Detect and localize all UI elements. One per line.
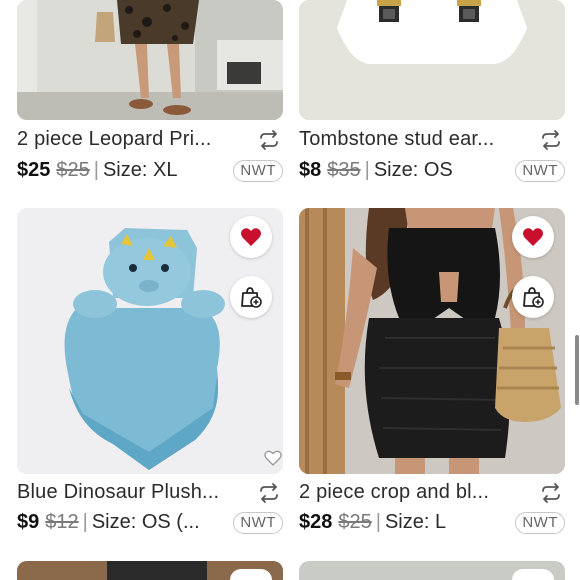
size-label: Size: OS (... bbox=[91, 511, 200, 533]
like-button[interactable] bbox=[230, 569, 272, 580]
original-price: $25 bbox=[56, 159, 90, 181]
original-price: $35 bbox=[327, 159, 361, 181]
size-label: Size: OS bbox=[373, 159, 453, 181]
listing-title[interactable]: 2 piece Leopard Pri... bbox=[17, 128, 243, 151]
price-row: $8 $35 | Size: OS NWT bbox=[299, 159, 565, 185]
like-button[interactable] bbox=[512, 216, 554, 258]
bag-plus-icon bbox=[241, 287, 262, 308]
title-row: 2 piece crop and bl... bbox=[299, 481, 565, 507]
size-label: Size: L bbox=[384, 511, 447, 533]
condition-badge: NWT bbox=[515, 160, 565, 182]
size-label: Size: XL bbox=[102, 159, 178, 181]
separator: | bbox=[93, 159, 99, 181]
share-icon[interactable] bbox=[539, 482, 563, 504]
original-price: $12 bbox=[45, 511, 79, 533]
separator: | bbox=[375, 511, 381, 533]
listing-image-tombstone-earrings[interactable] bbox=[299, 0, 565, 120]
listing-image-leopard-skirt[interactable] bbox=[17, 0, 283, 120]
condition-badge: NWT bbox=[515, 512, 565, 534]
condition-badge: NWT bbox=[233, 512, 283, 534]
scrollbar[interactable] bbox=[575, 335, 579, 405]
share-icon[interactable] bbox=[257, 482, 281, 504]
bag-plus-icon bbox=[523, 287, 544, 308]
price: $25 bbox=[17, 159, 51, 181]
price: $9 bbox=[17, 511, 40, 533]
add-to-bundle-button[interactable] bbox=[512, 276, 554, 318]
price: $8 bbox=[299, 159, 322, 181]
separator: | bbox=[82, 511, 88, 533]
small-heart-icon[interactable] bbox=[263, 448, 283, 468]
price: $28 bbox=[299, 511, 333, 533]
heart-filled-icon bbox=[523, 228, 543, 246]
original-price: $25 bbox=[338, 511, 372, 533]
price-row: $9 $12 | Size: OS (... NWT bbox=[17, 511, 283, 537]
add-to-bundle-button[interactable] bbox=[230, 276, 272, 318]
share-icon[interactable] bbox=[257, 129, 281, 151]
share-icon[interactable] bbox=[539, 129, 563, 151]
like-button[interactable] bbox=[512, 569, 554, 580]
title-row: Blue Dinosaur Plush... bbox=[17, 481, 283, 507]
listing-title[interactable]: 2 piece crop and bl... bbox=[299, 481, 525, 504]
price-row: $25 $25 | Size: XL NWT bbox=[17, 159, 283, 185]
title-row: Tombstone stud ear... bbox=[299, 128, 565, 154]
heart-filled-icon bbox=[241, 228, 261, 246]
separator: | bbox=[364, 159, 370, 181]
listing-title[interactable]: Tombstone stud ear... bbox=[299, 128, 525, 151]
price-row: $28 $25 | Size: L NWT bbox=[299, 511, 565, 537]
listing-title[interactable]: Blue Dinosaur Plush... bbox=[17, 481, 243, 504]
like-button[interactable] bbox=[230, 216, 272, 258]
title-row: 2 piece Leopard Pri... bbox=[17, 128, 283, 154]
condition-badge: NWT bbox=[233, 160, 283, 182]
